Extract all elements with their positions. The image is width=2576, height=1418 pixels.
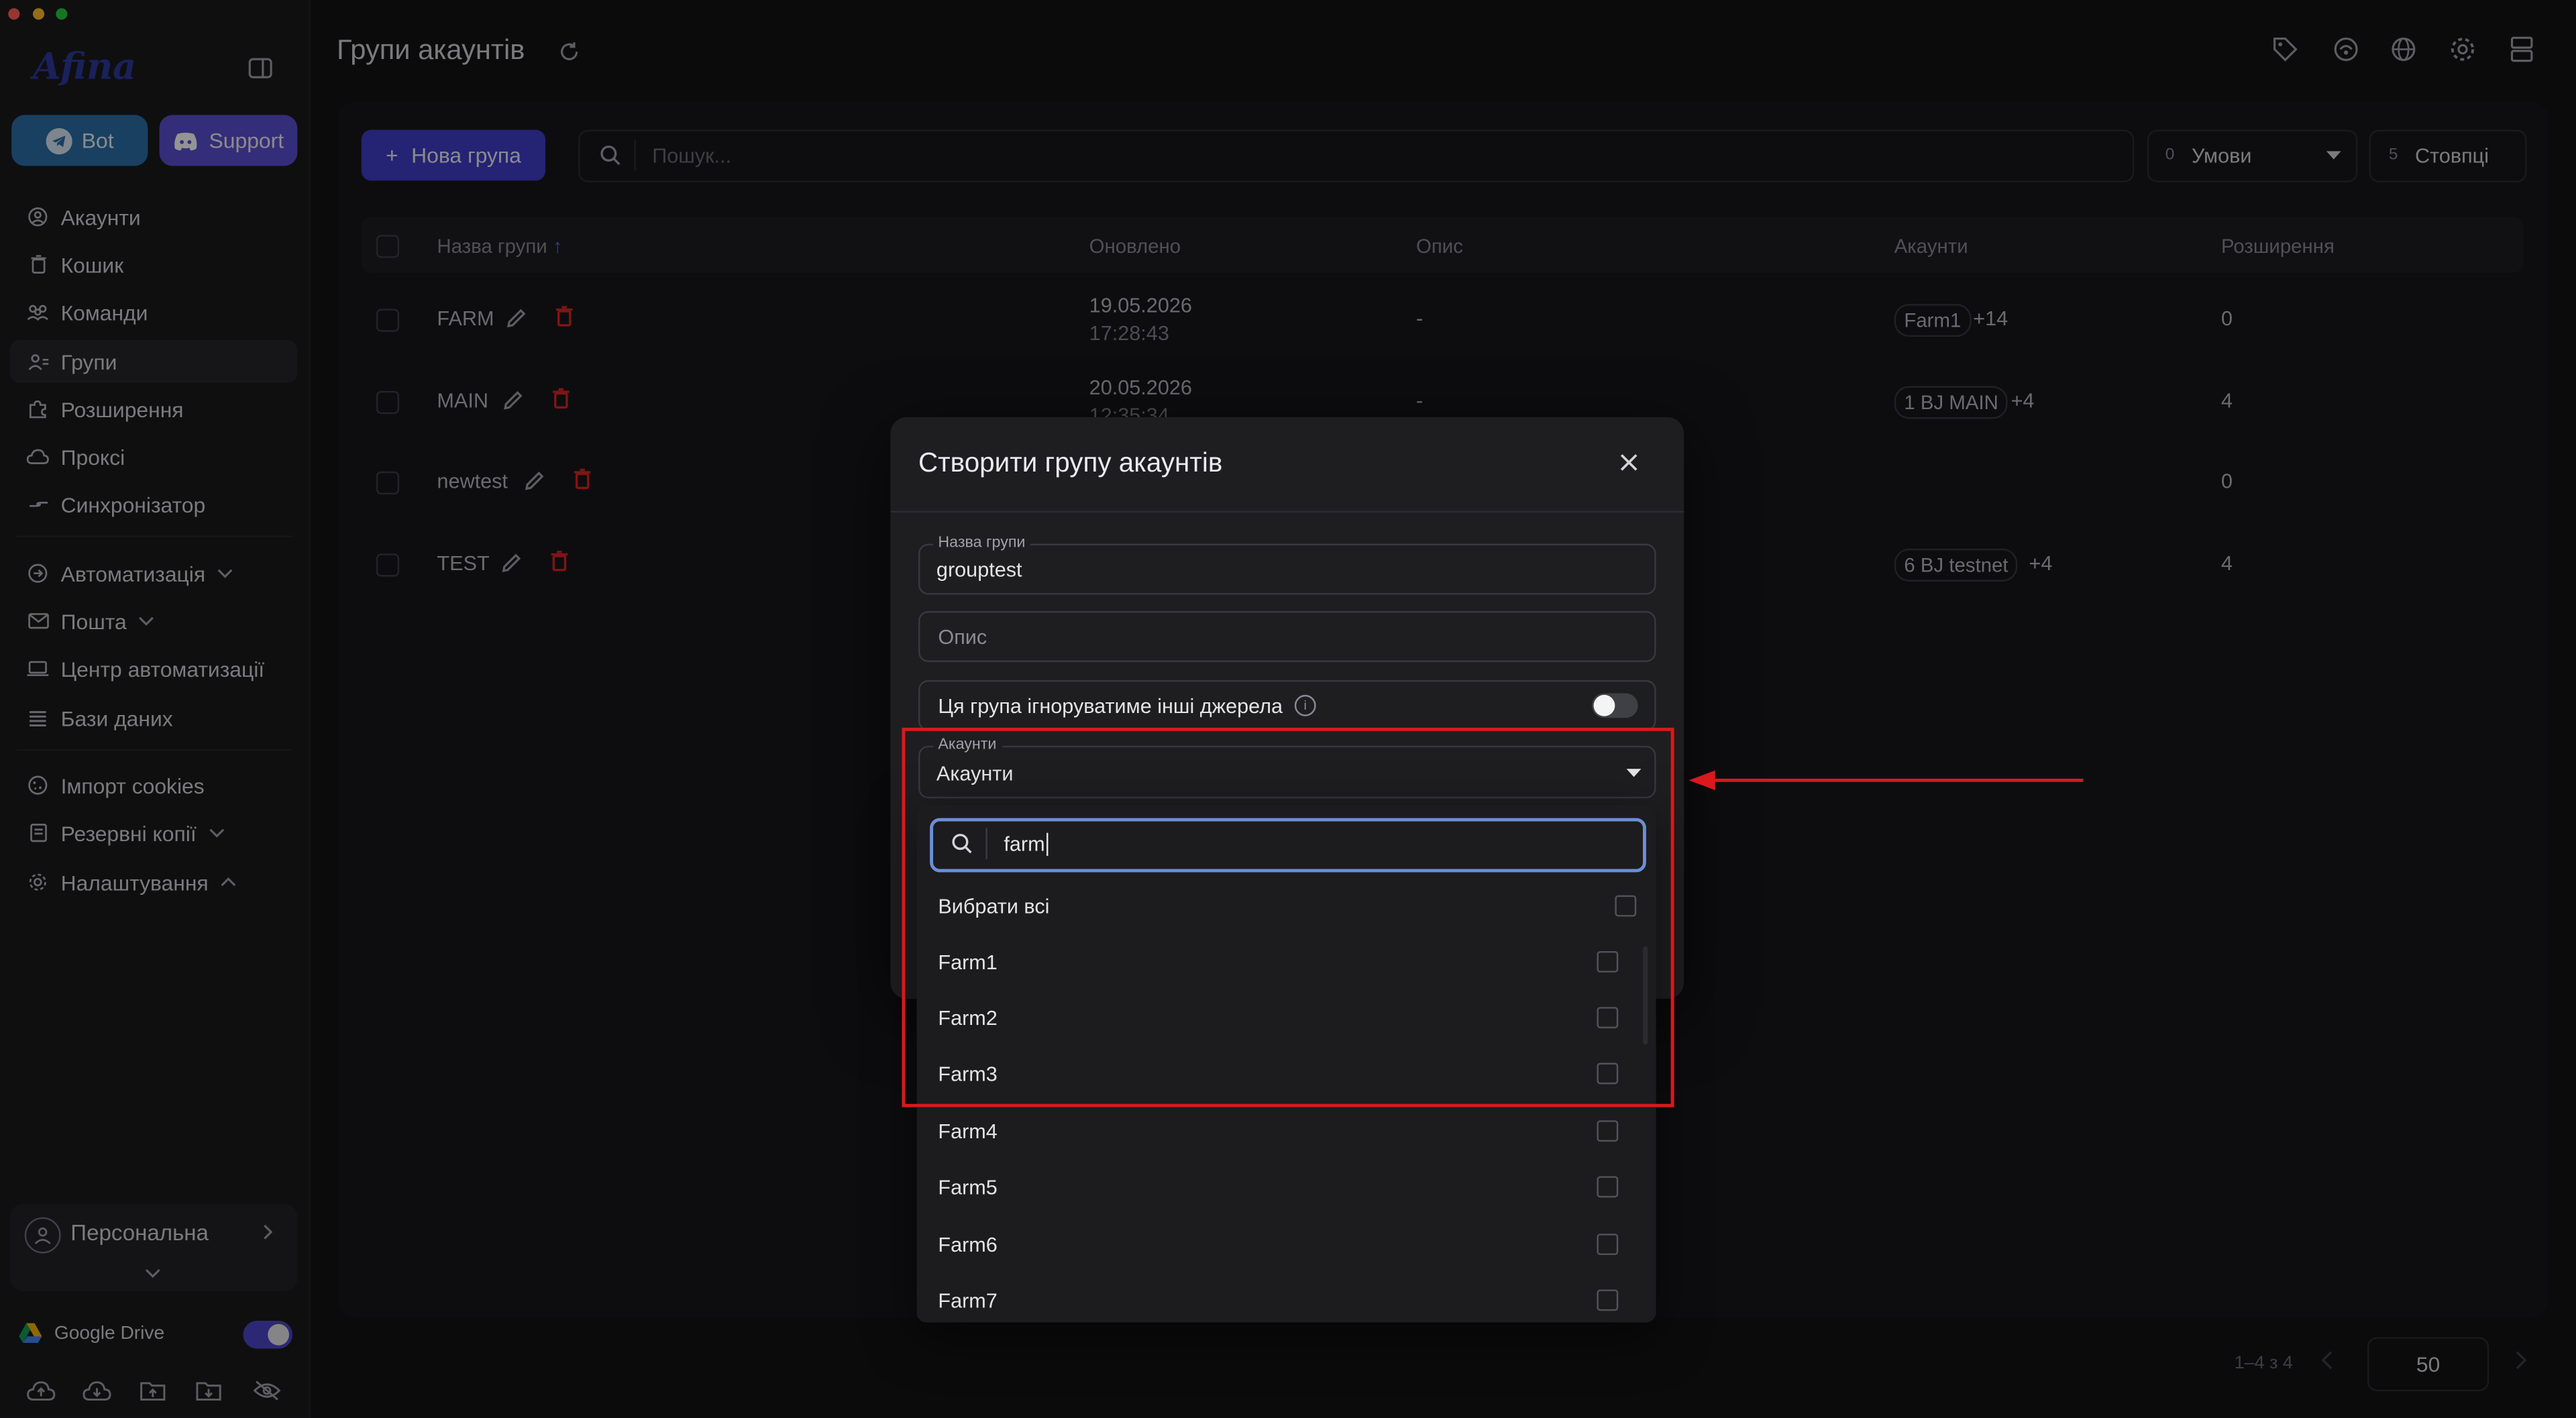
account-option-checkbox[interactable] bbox=[1597, 1120, 1619, 1142]
account-option-label: Farm7 bbox=[938, 1289, 998, 1313]
close-icon[interactable] bbox=[1620, 453, 1638, 472]
description-field[interactable]: Опис bbox=[918, 611, 1656, 662]
account-option-checkbox[interactable] bbox=[1597, 1234, 1619, 1256]
account-option-label: Farm4 bbox=[938, 1120, 998, 1144]
account-option-checkbox[interactable] bbox=[1597, 1289, 1619, 1311]
ignore-sources-row: Ця група ігноруватиме інші джерела i bbox=[918, 679, 1656, 731]
group-name-label: Назва групи bbox=[933, 533, 1030, 552]
annotation-arrow bbox=[1688, 767, 2087, 794]
ignore-sources-toggle[interactable] bbox=[1592, 693, 1638, 718]
highlight-box bbox=[902, 727, 1674, 1107]
info-icon[interactable]: i bbox=[1294, 694, 1316, 716]
group-name-field[interactable]: Назва групи grouptest bbox=[918, 533, 1656, 595]
ignore-sources-label: Ця група ігноруватиме інші джерела bbox=[938, 694, 1283, 718]
list-item[interactable]: Farm4 bbox=[917, 1107, 1640, 1154]
list-item[interactable]: Farm5 bbox=[917, 1163, 1640, 1209]
list-item[interactable]: Farm6 bbox=[917, 1219, 1640, 1265]
description-placeholder: Опис bbox=[938, 626, 987, 649]
account-option-checkbox[interactable] bbox=[1597, 1176, 1619, 1198]
modal-divider bbox=[890, 510, 1684, 513]
account-option-label: Farm6 bbox=[938, 1234, 998, 1257]
account-option-label: Farm5 bbox=[938, 1176, 998, 1199]
group-name-value: grouptest bbox=[936, 558, 1022, 582]
list-item[interactable]: Farm7 bbox=[917, 1274, 1640, 1321]
modal-title: Створити групу акаунтів bbox=[918, 448, 1223, 478]
